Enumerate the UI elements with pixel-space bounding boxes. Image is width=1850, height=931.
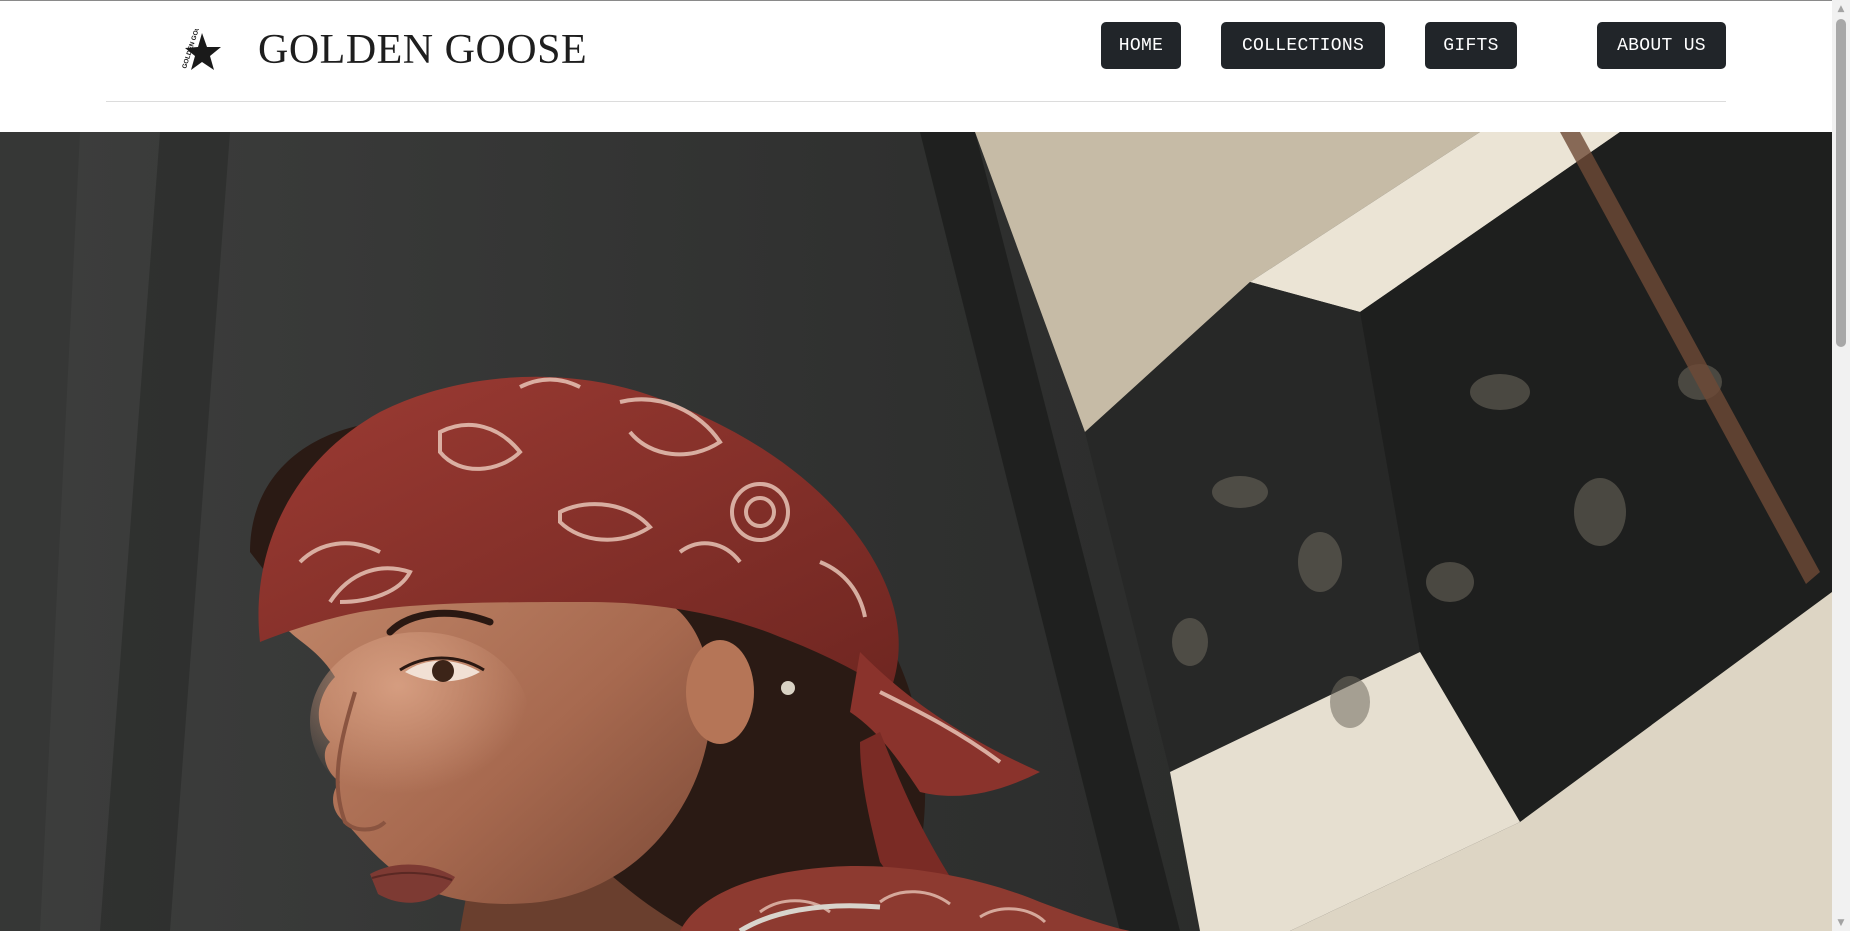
hero-photo [0, 132, 1832, 931]
page-scrollbar[interactable]: ▲ ▼ [1832, 0, 1850, 931]
nav-about-us-button[interactable]: ABOUT US [1597, 22, 1726, 69]
nav-gifts-button[interactable]: GIFTS [1425, 22, 1517, 69]
page: GOLDEN GOOSE GOLDEN GOOSE HOME COLLECTIO… [0, 0, 1850, 931]
hero-section [0, 132, 1832, 931]
scrollbar-thumb[interactable] [1836, 19, 1846, 347]
scroll-down-arrow-icon[interactable]: ▼ [1832, 914, 1850, 931]
scroll-up-arrow-icon[interactable]: ▲ [1832, 0, 1850, 17]
brand-name[interactable]: GOLDEN GOOSE [258, 25, 587, 75]
star-icon: GOLDEN GOOSE [181, 16, 221, 70]
header-divider [106, 101, 1726, 102]
nav-home-button[interactable]: HOME [1101, 22, 1181, 69]
brand-logo[interactable]: GOLDEN GOOSE [175, 16, 223, 73]
nav-collections-button[interactable]: COLLECTIONS [1221, 22, 1385, 69]
site-header: GOLDEN GOOSE GOLDEN GOOSE HOME COLLECTIO… [0, 1, 1832, 132]
